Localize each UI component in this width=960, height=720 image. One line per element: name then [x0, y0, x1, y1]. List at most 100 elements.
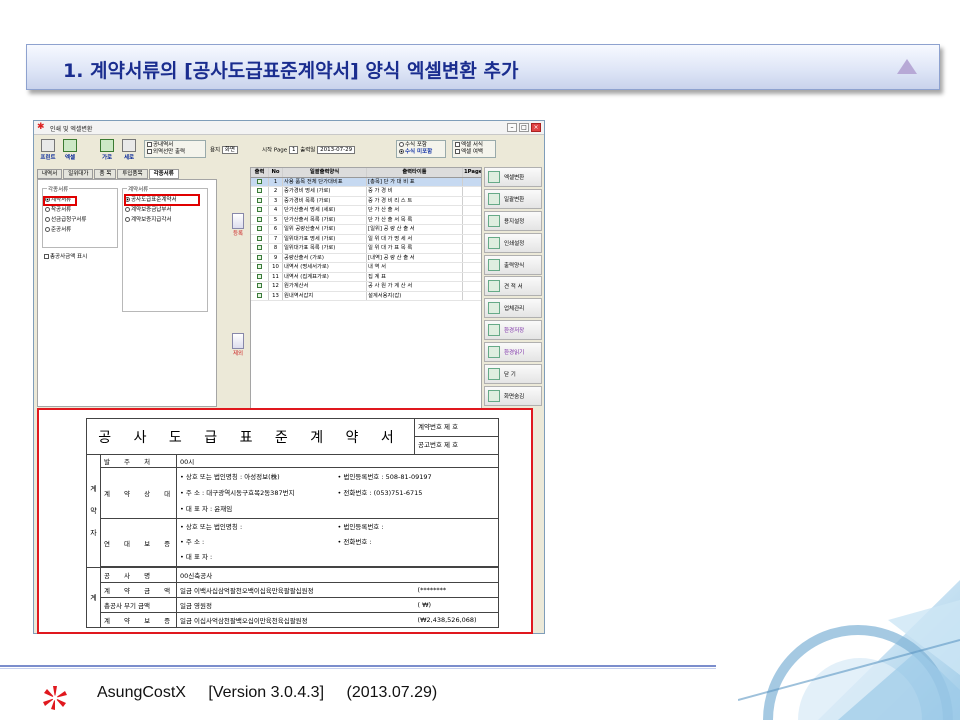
formula-exclude-radio[interactable]: 수식 미포함 — [399, 149, 443, 156]
maximize-button[interactable]: □ — [519, 123, 529, 132]
row-output-checkbox[interactable] — [257, 235, 262, 241]
output-form-button[interactable]: 출력양식 — [484, 254, 542, 275]
excel-convert-button[interactable]: 엑셀변환 — [484, 167, 542, 187]
formula-group: 수식 포함 수식 미포함 — [396, 140, 446, 158]
row-output-checkbox[interactable] — [257, 283, 262, 288]
grid-cell — [251, 187, 269, 196]
grid-row[interactable]: 6 일위 공량산출서 (가로) [일위] 공 량 산 출 서 — [251, 225, 481, 235]
batch-convert-button[interactable]: 일괄변환 — [484, 188, 542, 209]
gear-icon — [488, 324, 500, 337]
collapse-triangle-icon[interactable] — [897, 59, 917, 74]
grid-row[interactable]: 9 공량산출서 (가로) [내역] 공 량 산 출 서 — [251, 253, 481, 263]
grid-row[interactable]: 2 중가경비 명세 (가로) 중 가 경 비 — [251, 187, 481, 197]
landscape-button[interactable]: 가로 — [98, 139, 116, 161]
highlight-box — [43, 196, 77, 206]
grid-row[interactable]: 12 원가계산서 공 사 원 가 계 산 서 — [251, 282, 481, 292]
guarantor-address: • 주 소 : — [180, 538, 205, 546]
print-date-picker[interactable]: 2013-07-29 — [317, 146, 356, 154]
grid-cell: 10 — [269, 263, 283, 272]
formula-include-radio[interactable]: 수식 포함 — [399, 142, 443, 149]
company-button[interactable]: 업체관리 — [484, 298, 542, 319]
load-settings-button[interactable]: 환경읽기 — [484, 342, 542, 363]
option-1[interactable]: 공내역서 — [147, 142, 203, 149]
guarantor-regno: • 법인등록번호 : — [337, 523, 384, 531]
grid-row[interactable]: 8 일위대가표 목록 (가로) 일 위 대 가 표 목 록 — [251, 244, 481, 254]
grid-cell: 5 — [269, 215, 283, 224]
start-page-input[interactable]: 1 — [288, 146, 299, 154]
grid-row[interactable]: 10 내역서 (명세서가로) 내 역 서 — [251, 263, 481, 273]
row-output-checkbox[interactable] — [257, 254, 262, 260]
option-2[interactable]: 외역선만 출력 — [147, 149, 203, 156]
row-output-checkbox[interactable] — [257, 273, 262, 279]
paper-select[interactable]: 화면 — [221, 146, 238, 154]
close-window-button[interactable]: 닫 기 — [484, 364, 542, 385]
grid-row[interactable]: 1 사용 품목 전체 단가대비표 [총목] 단 가 대 비 표 — [251, 177, 481, 187]
grid-cell: 3 — [269, 196, 283, 205]
row-output-checkbox[interactable] — [257, 207, 262, 212]
row-output-checkbox[interactable] — [257, 216, 262, 222]
window-title: 인쇄 및 엑셀변환 — [50, 126, 93, 133]
tab-item[interactable]: 투입품목 — [117, 169, 148, 179]
tab-item-active[interactable]: 각종서류 — [148, 169, 179, 179]
row-output-checkbox[interactable] — [257, 292, 262, 298]
grid-cell — [251, 244, 269, 253]
grid-row[interactable]: 4 단가산출서 명세 (세로) 단 가 산 출 서 — [251, 206, 481, 216]
hide-screen-button[interactable]: 화면숨김 — [484, 385, 542, 406]
row-output-checkbox[interactable] — [257, 178, 262, 184]
add-button[interactable]: 등록 — [229, 213, 247, 237]
tab-item[interactable]: 일위대가 — [63, 169, 94, 179]
grid-cell: 원내역서갑지 — [283, 291, 367, 300]
radio-start-docs[interactable]: 착공서류 — [45, 207, 71, 214]
grid-cell: 4 — [269, 206, 283, 215]
print-button[interactable]: 프린트 — [38, 139, 58, 161]
row-output-checkbox[interactable] — [257, 226, 262, 231]
row-output-checkbox[interactable] — [257, 197, 262, 203]
grid-cell — [251, 234, 269, 243]
radio-deposit-form[interactable]: 계약보증금납부서 — [125, 207, 171, 214]
minimize-button[interactable]: – — [507, 123, 517, 132]
grid-cell — [463, 263, 481, 272]
radio-advance-docs[interactable]: 선금급청구서류 — [45, 217, 86, 224]
building-icon — [488, 302, 500, 315]
grid-row[interactable]: 13 원내역서갑지 설계서용지(갑) — [251, 291, 481, 301]
estimate-button[interactable]: 견 적 서 — [484, 276, 542, 297]
paper-setup-button[interactable]: 용지설정 — [484, 210, 542, 231]
portrait-button[interactable]: 세로 — [120, 139, 138, 161]
tab-item[interactable]: 품 목 — [94, 169, 117, 179]
tab-item[interactable]: 내역서 — [37, 169, 63, 179]
excel-button[interactable]: 엑셀 — [60, 139, 80, 161]
remove-button[interactable]: 제외 — [229, 333, 247, 357]
radio-completion-docs[interactable]: 준공서류 — [45, 227, 71, 234]
grid-row[interactable]: 11 내역서 (집계표가로) 집 계 표 — [251, 272, 481, 282]
grid-cell: 일위대가표 목록 (가로) — [283, 244, 367, 253]
grid-cell — [463, 216, 481, 225]
notice-number: 공고번호 제 호 — [418, 441, 459, 449]
vat-label: 총공사 부기 금액 — [100, 597, 177, 613]
total-amount-check[interactable]: 총공사금액 표시 — [44, 254, 87, 261]
row-output-checkbox[interactable] — [257, 245, 262, 250]
row-output-checkbox[interactable] — [257, 264, 262, 269]
printer-icon — [41, 139, 55, 152]
contract-preview: 공 사 도 급 표 준 계 약 서 계약번호 제 호 공고번호 제 호 계약자 … — [37, 408, 533, 634]
grid-row[interactable]: 5 단가산출서 목록 (가로) 단 가 산 출 서 목 록 — [251, 215, 481, 225]
close-button[interactable]: × — [531, 123, 541, 132]
guarantor-label: 연 대 보 증 인 — [100, 518, 177, 567]
print-setup-button[interactable]: 인쇄설정 — [484, 232, 542, 253]
grid-cell — [463, 197, 481, 206]
radio-guarantee-form[interactable]: 계약보증지급각서 — [125, 217, 171, 224]
highlight-box — [124, 194, 200, 206]
contractor-phone: • 전화번호 : (053)751-6715 — [337, 489, 423, 497]
save-settings-button[interactable]: 환경저장 — [484, 320, 542, 341]
grid-row[interactable]: 7 일위대가표 명세 (가로) 일 위 대 가 명 세 서 — [251, 234, 481, 244]
excel-format-check[interactable]: 엑셀 서식 — [455, 142, 493, 149]
row-output-checkbox[interactable] — [257, 188, 262, 193]
contract-number: 계약번호 제 호 — [415, 420, 498, 437]
grid-cell: 중 가 경 비 리 스 트 — [367, 196, 463, 205]
grid-cell: 내역서 (명세서가로) — [283, 263, 367, 272]
product-version: [Version 3.0.4.3] — [208, 684, 325, 701]
grid-cell: 원가계산서 — [283, 282, 367, 291]
excel-margin-check[interactable]: 엑셀 여백 — [455, 149, 493, 156]
toolbar: 프린트 엑셀 가로 세로 공내역서 외역선만 출력 용지 화면 시작 Page … — [36, 137, 542, 169]
screen-icon — [488, 389, 500, 402]
grid-row[interactable]: 3 중가경비 목록 (가로) 중 가 경 비 리 스 트 — [251, 196, 481, 206]
